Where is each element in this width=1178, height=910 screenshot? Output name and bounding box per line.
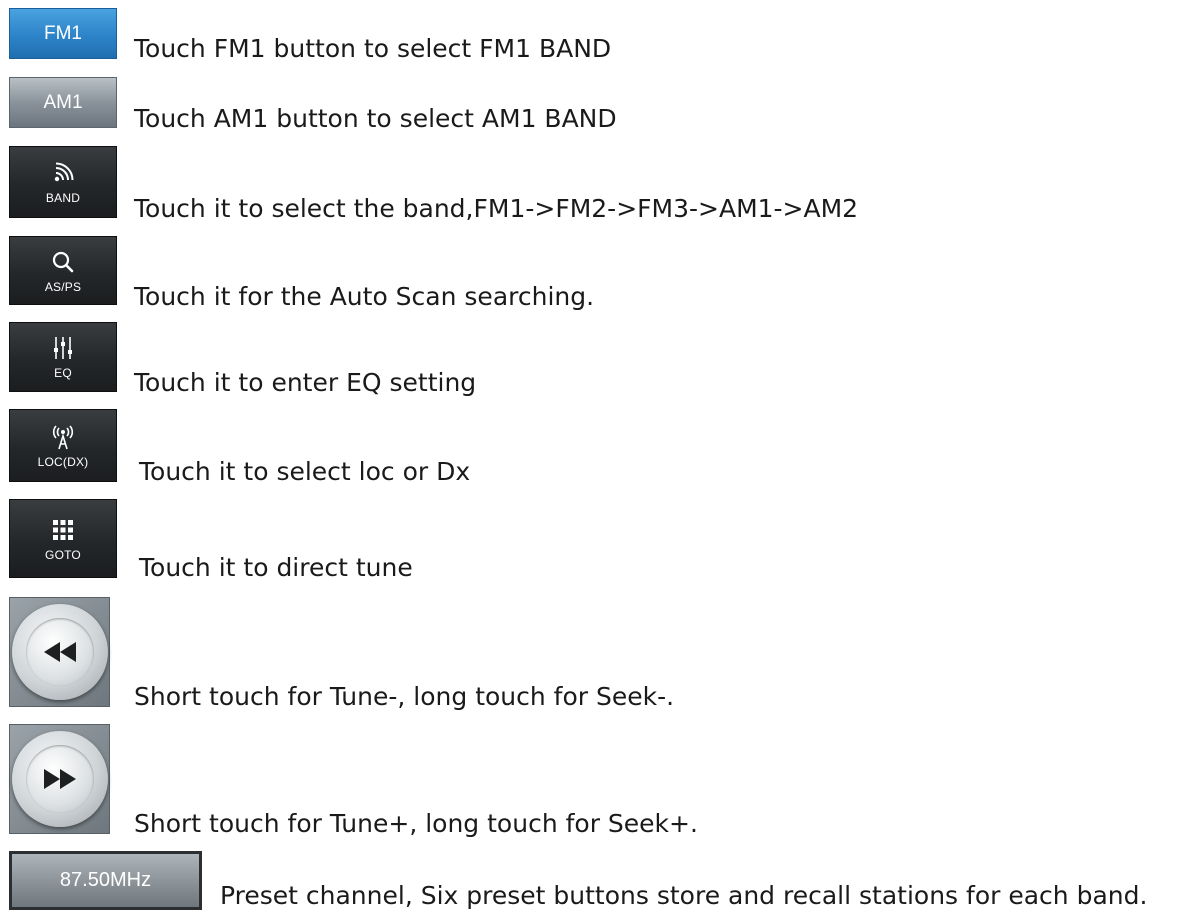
as-ps-button[interactable]: AS/PS <box>9 236 117 305</box>
am1-description: Touch AM1 button to select AM1 BAND <box>134 104 617 133</box>
antenna-icon <box>50 423 76 451</box>
fm1-button-label: FM1 <box>44 22 82 44</box>
goto-button[interactable]: GOTO <box>9 499 117 578</box>
fast-forward-icon <box>25 745 94 813</box>
equalizer-icon <box>51 334 75 362</box>
search-icon <box>51 248 75 276</box>
fast-forward-button-ring <box>11 731 108 827</box>
rewind-button-ring <box>11 604 108 700</box>
am1-button[interactable]: AM1 <box>9 77 117 128</box>
as-ps-description: Touch it for the Auto Scan searching. <box>134 282 595 311</box>
signal-icon <box>52 159 74 187</box>
goto-description: Touch it to direct tune <box>139 553 413 582</box>
eq-button-label: EQ <box>54 366 72 380</box>
band-button[interactable]: BAND <box>9 146 117 218</box>
fm1-button[interactable]: FM1 <box>9 8 117 59</box>
loc-dx-button[interactable]: LOC(DX) <box>9 409 117 482</box>
goto-button-label: GOTO <box>45 547 81 562</box>
loc-dx-description: Touch it to select loc or Dx <box>139 457 471 486</box>
band-description: Touch it to select the band,FM1->FM2->FM… <box>134 194 859 223</box>
preset-channel-button[interactable]: 87.50MHz <box>9 851 202 910</box>
fast-forward-description: Short touch for Tune+, long touch for Se… <box>134 809 698 838</box>
rewind-icon <box>25 618 94 686</box>
loc-dx-button-label: LOC(DX) <box>37 454 89 469</box>
preset-description: Preset channel, Six preset buttons store… <box>220 881 1148 910</box>
as-ps-button-label: AS/PS <box>44 279 82 294</box>
fm1-description: Touch FM1 button to select FM1 BAND <box>134 34 612 63</box>
fast-forward-button[interactable] <box>9 724 110 834</box>
rewind-button[interactable] <box>9 597 110 707</box>
rewind-description: Short touch for Tune-, long touch for Se… <box>134 682 675 711</box>
eq-description: Touch it to enter EQ setting <box>134 368 477 397</box>
band-button-label: BAND <box>45 191 81 205</box>
keypad-icon <box>52 516 74 544</box>
eq-button[interactable]: EQ <box>9 322 117 392</box>
preset-channel-frequency: 87.50MHz <box>59 869 152 891</box>
am1-button-label: AM1 <box>43 91 83 113</box>
